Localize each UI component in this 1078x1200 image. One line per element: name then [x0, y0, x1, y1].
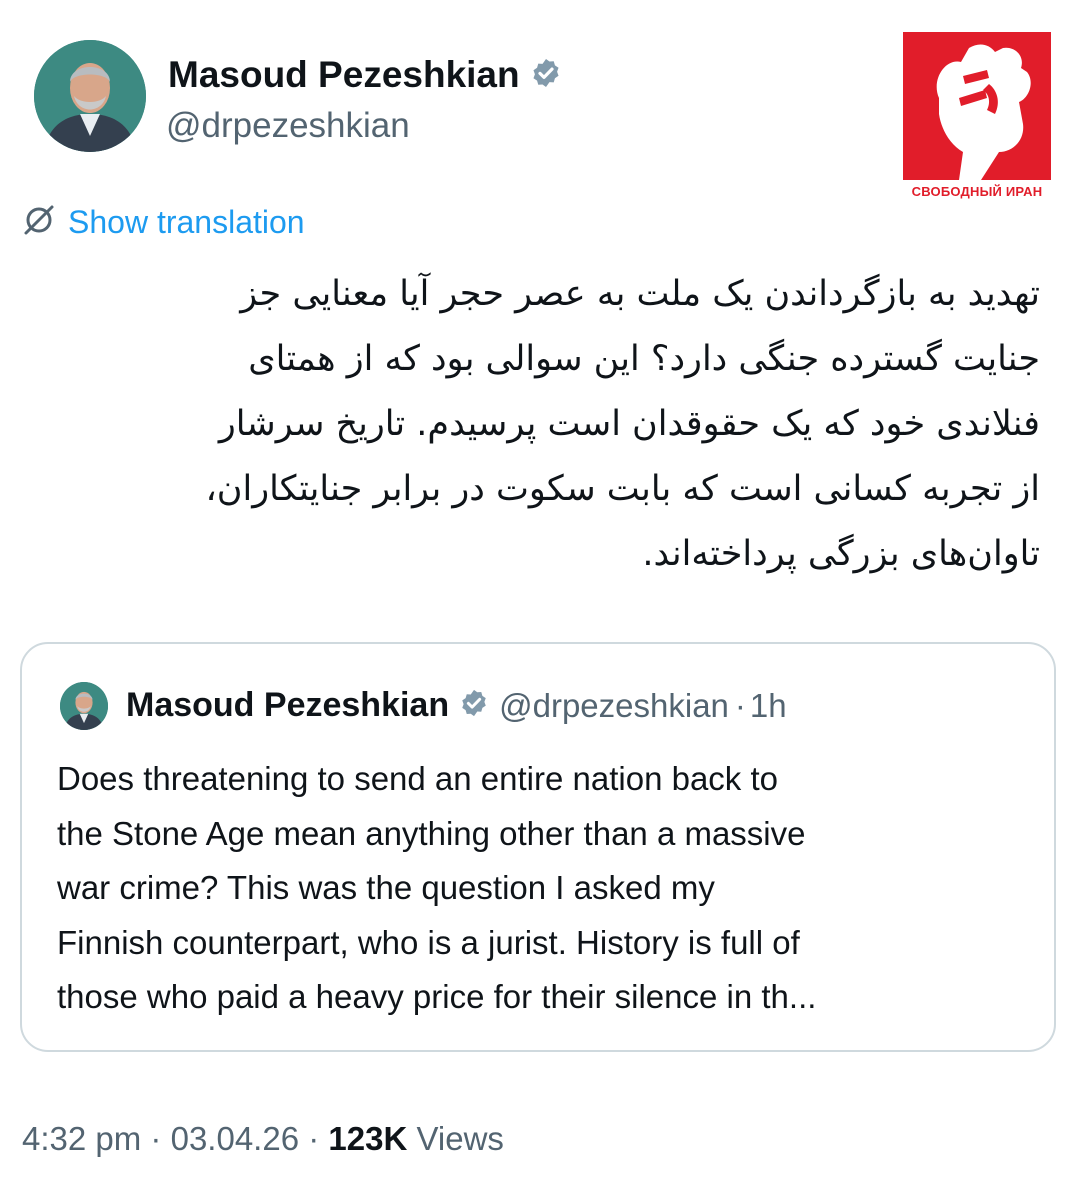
- quoted-text: Does threatening to send an entire natio…: [57, 752, 1032, 1025]
- author-avatar[interactable]: [34, 40, 146, 152]
- tweet-body-line: فنلاندی خود که یک حقوقدان است پرسیدم. تا…: [218, 404, 1040, 444]
- tweet-body: تهدید به بازگرداندن یک ملت به عصر حجر آی…: [40, 262, 1040, 587]
- quoted-header: Masoud Pezeshkian @drpezeshkian · 1h: [126, 686, 787, 725]
- quoted-avatar-portrait: [60, 682, 108, 730]
- avatar-portrait: [34, 40, 146, 152]
- verified-badge-icon: [530, 56, 562, 98]
- tweet-meta: 4:32 pm · 03.04.26 · 123K Views: [22, 1120, 504, 1158]
- tweet-body-line: جنایت گسترده جنگی دارد؟ این سوالی بود که…: [248, 339, 1040, 379]
- author-handle[interactable]: @drpezeshkian: [166, 106, 410, 146]
- quoted-text-line: war crime? This was the question I asked…: [57, 869, 715, 906]
- tweet-body-line: تهدید به بازگرداندن یک ملت به عصر حجر آی…: [240, 274, 1040, 314]
- verified-badge-icon: [459, 688, 489, 723]
- quoted-text-line: the Stone Age mean anything other than a…: [57, 814, 806, 852]
- tweet-date[interactable]: 03.04.26: [171, 1120, 299, 1157]
- quoted-text-line: Does threatening to send an entire natio…: [57, 760, 778, 797]
- quoted-text-line: those who paid a heavy price for their s…: [57, 978, 817, 1015]
- tweet-body-line: از تجربه کسانی است که بابت سکوت در برابر…: [205, 469, 1040, 509]
- watermark-caption: СВОБОДНЫЙ ИРАН: [911, 184, 1043, 199]
- author-name[interactable]: Masoud Pezeshkian: [168, 54, 520, 95]
- quoted-author-handle[interactable]: @drpezeshkian: [499, 687, 729, 725]
- raised-fist-icon: [903, 32, 1051, 180]
- show-translation-label: Show translation: [68, 203, 305, 240]
- show-translation-button[interactable]: Show translation: [20, 200, 305, 244]
- dot-separator: ·: [308, 1120, 329, 1157]
- quoted-author-avatar[interactable]: [60, 682, 108, 730]
- quoted-text-line: Finnish counterpart, who is a jurist. Hi…: [57, 923, 800, 961]
- views-label: Views: [416, 1120, 504, 1157]
- tweet-body-line: تاوان‌های بزرگی پرداخته‌اند.: [642, 534, 1040, 574]
- author-name-row: Masoud Pezeshkian: [168, 54, 562, 98]
- tweet-time[interactable]: 4:32 pm: [22, 1120, 141, 1157]
- translate-icon: [20, 201, 58, 244]
- views-count[interactable]: 123K: [328, 1120, 407, 1157]
- dot-separator: ·: [150, 1120, 171, 1157]
- quoted-age[interactable]: 1h: [750, 687, 787, 725]
- dot-separator: ·: [734, 686, 746, 724]
- quoted-author-name[interactable]: Masoud Pezeshkian: [126, 686, 449, 725]
